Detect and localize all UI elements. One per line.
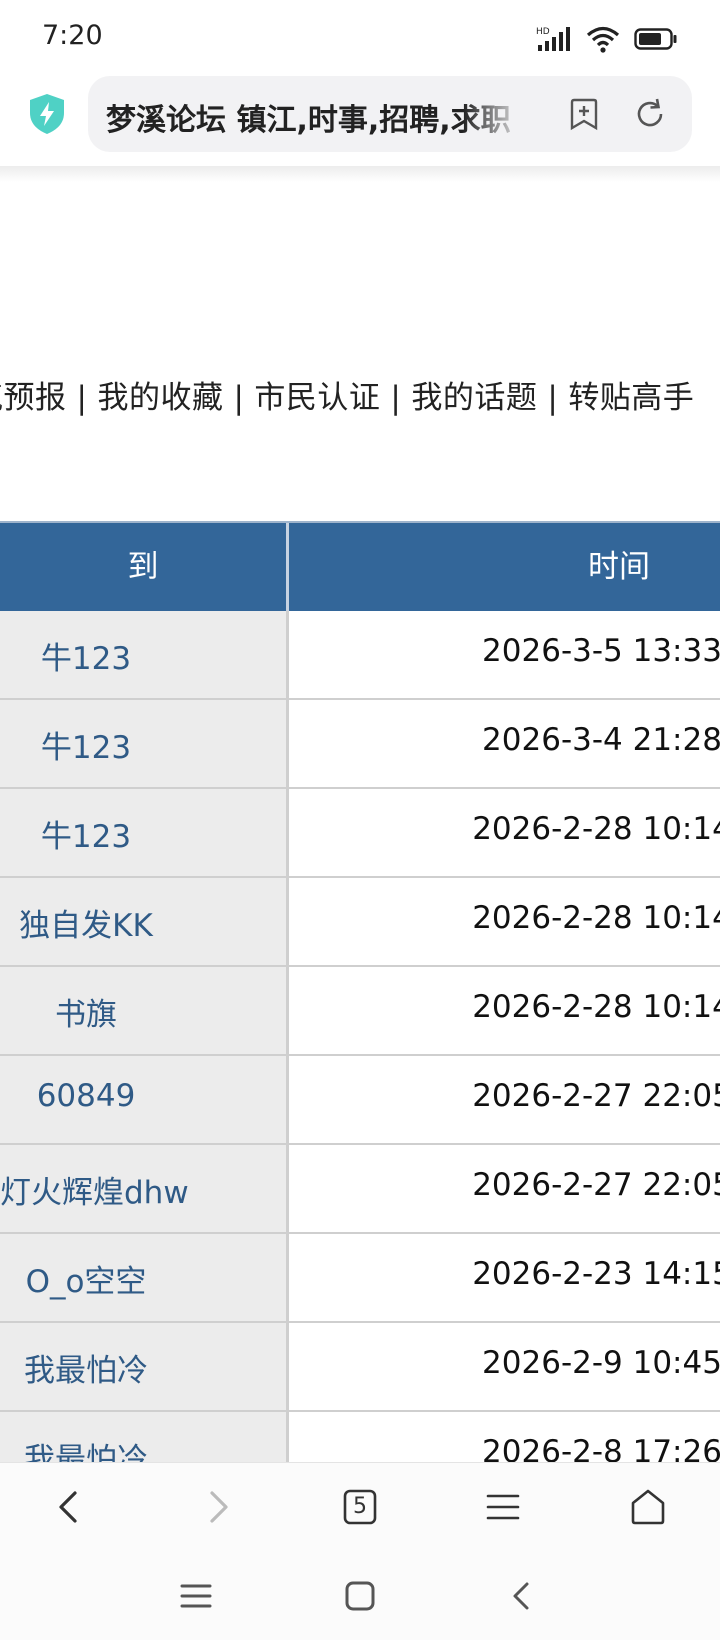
shield-bolt-icon[interactable]: [28, 93, 66, 135]
chevron-left-icon[interactable]: [48, 1485, 92, 1529]
recipient-link[interactable]: 书旗: [0, 989, 172, 1034]
nav-link-favorites[interactable]: 我的收藏: [97, 380, 223, 416]
cell-time: 2026-2-28 10:14: [289, 967, 720, 1054]
menu-icon[interactable]: [481, 1485, 525, 1529]
table-row: 牛123 2026-3-4 21:28: [0, 700, 720, 789]
cell-to: O_o空空: [0, 1234, 289, 1321]
cell-to: 我最怕冷: [0, 1323, 289, 1410]
timestamp: 2026-3-5 13:33: [482, 633, 720, 669]
recipient-link[interactable]: 牛123: [0, 722, 172, 767]
address-bar: 梦溪论坛 镇江,时事,招聘,求职: [0, 76, 720, 168]
nav-separator: |: [233, 380, 245, 416]
cell-to: 60849: [0, 1056, 289, 1143]
table-row: 牛123 2026-2-28 10:14: [0, 789, 720, 878]
recipient-link[interactable]: O_o空空: [0, 1256, 172, 1301]
cell-time: 2026-2-9 10:45: [289, 1323, 720, 1410]
url-field[interactable]: 梦溪论坛 镇江,时事,招聘,求职: [88, 76, 692, 152]
nav-separator: |: [390, 380, 402, 416]
nav-separator: |: [547, 380, 559, 416]
nav-separator: |: [76, 380, 88, 416]
url-title[interactable]: 梦溪论坛 镇江,时事,招聘,求职: [106, 95, 526, 139]
cell-to: 牛123: [0, 789, 289, 876]
system-back-icon[interactable]: [502, 1576, 542, 1616]
recipient-link[interactable]: 独自发KK: [0, 900, 172, 945]
table-row: 独自发KK 2026-2-28 10:14: [0, 878, 720, 967]
table-body: 牛123 2026-3-5 13:33 牛123 2026-3-4 21:28 牛123…: [0, 611, 720, 1501]
wifi-icon: [586, 26, 620, 53]
cell-time: 2026-2-28 10:14: [289, 789, 720, 876]
chevron-right-icon[interactable]: [195, 1485, 239, 1529]
timestamp: 2026-2-27 22:05: [472, 1167, 720, 1203]
status-bar: 7:20 HD: [0, 0, 720, 76]
table-row: 60849 2026-2-27 22:05: [0, 1056, 720, 1145]
cell-to: 书旗: [0, 967, 289, 1054]
nav-link-weather[interactable]: 气预报: [0, 380, 67, 416]
status-time: 7:20: [42, 20, 103, 51]
timestamp: 2026-2-28 10:14: [472, 900, 720, 936]
timestamp: 2026-2-28 10:14: [472, 989, 720, 1025]
tab-count: 5: [353, 1494, 367, 1519]
recipient-link[interactable]: 牛123: [0, 633, 172, 678]
cell-to: 独自发KK: [0, 878, 289, 965]
nav-link-my-topics[interactable]: 我的话题: [411, 380, 537, 416]
cell-time: 2026-3-5 13:33: [289, 611, 720, 698]
recipient-link[interactable]: 60849: [0, 1078, 172, 1114]
battery-icon: [634, 28, 677, 50]
timestamp: 2026-2-23 14:15: [472, 1256, 720, 1292]
cell-to: 牛123: [0, 700, 289, 787]
recipient-link[interactable]: 我最怕冷: [0, 1345, 172, 1390]
recents-icon[interactable]: [176, 1576, 216, 1616]
tabs-button[interactable]: 5: [338, 1485, 382, 1529]
nav-link-repost-expert[interactable]: 转贴高手: [568, 380, 694, 416]
system-home-icon[interactable]: [340, 1576, 380, 1616]
table-row: O_o空空 2026-2-23 14:15: [0, 1234, 720, 1323]
home-icon[interactable]: [626, 1485, 670, 1529]
table-row: 牛123 2026-3-5 13:33: [0, 611, 720, 700]
refresh-icon[interactable]: [632, 96, 668, 132]
timestamp: 2026-2-28 10:14: [472, 811, 720, 847]
signal-icon: HD: [536, 27, 570, 51]
timestamp: 2026-2-27 22:05: [472, 1078, 720, 1114]
cell-time: 2026-2-27 22:05: [289, 1145, 720, 1232]
address-bar-shadow: [0, 166, 720, 182]
table-row: 灯火辉煌dhw 2026-2-27 22:05: [0, 1145, 720, 1234]
timestamp: 2026-2-9 10:45: [482, 1345, 720, 1381]
bookmark-add-icon[interactable]: [566, 96, 602, 132]
cell-to: 灯火辉煌dhw: [0, 1145, 289, 1232]
system-nav-bar: [0, 1550, 720, 1640]
browser-toolbar: 5: [0, 1462, 720, 1551]
status-icons: HD: [536, 22, 678, 56]
timestamp: 2026-3-4 21:28: [482, 722, 720, 758]
cell-time: 2026-3-4 21:28: [289, 700, 720, 787]
cell-to: 牛123: [0, 611, 289, 698]
cell-time: 2026-2-28 10:14: [289, 878, 720, 965]
cell-time: 2026-2-27 22:05: [289, 1056, 720, 1143]
recipient-link[interactable]: 灯火辉煌dhw: [0, 1167, 189, 1212]
nav-links: 气预报|我的收藏|市民认证|我的话题|转贴高手: [0, 372, 694, 417]
recipient-link[interactable]: 牛123: [0, 811, 172, 856]
svg-text:HD: HD: [536, 27, 550, 37]
table-header: 到 时间: [0, 521, 720, 611]
cell-time: 2026-2-23 14:15: [289, 1234, 720, 1321]
column-header-to: 到: [127, 549, 159, 585]
table-row: 我最怕冷 2026-2-9 10:45: [0, 1323, 720, 1412]
table-row: 书旗 2026-2-28 10:14: [0, 967, 720, 1056]
column-header-time: 时间: [588, 549, 650, 585]
nav-link-citizen-auth[interactable]: 市民认证: [254, 380, 380, 416]
